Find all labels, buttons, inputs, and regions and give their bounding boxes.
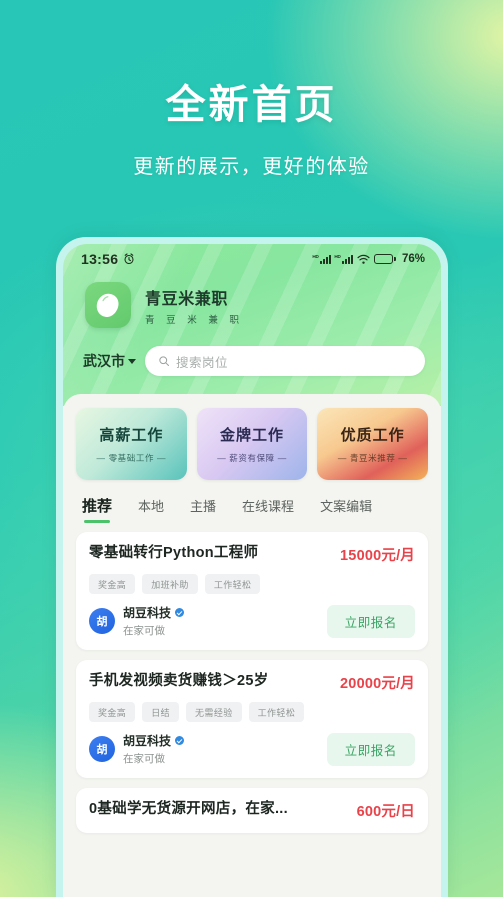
status-bar-left: 13:56 [81, 251, 135, 267]
signal-bars-icon-2: HD [334, 253, 354, 264]
status-bar-right: HD HD 76% [312, 253, 425, 265]
tab-anchor[interactable]: 主播 [190, 496, 216, 522]
company-name: 胡豆科技 [123, 734, 172, 748]
search-icon [159, 356, 169, 366]
job-salary: 15000元/月 [340, 548, 415, 564]
phone-mockup-frame: 13:56 HD HD 76% 青豆米兼职 青 豆 米 兼 职 武汉市 搜索岗位… [56, 237, 448, 897]
category-subtitle: — 薪资有保障 — [217, 453, 287, 463]
signal-bars-icon-1: HD [312, 253, 332, 264]
avatar: 胡 [89, 608, 115, 634]
category-title: 高薪工作 [99, 427, 164, 444]
tab-local[interactable]: 本地 [138, 496, 164, 522]
city-selector[interactable]: 武汉市 [83, 351, 136, 371]
search-placeholder: 搜索岗位 [176, 355, 229, 370]
job-title: 0基础学无货源开网店，在家... [89, 801, 288, 817]
job-footer: 胡 胡豆科技 在家可做 立即报名 [89, 604, 415, 638]
brand-text: 青豆米兼职 青 豆 米 兼 职 [145, 285, 244, 326]
category-subtitle: — 青豆米推荐 — [337, 453, 408, 463]
tab-copywriting[interactable]: 文案编辑 [320, 496, 372, 522]
caret-down-icon [128, 358, 136, 364]
job-tag: 日结 [142, 702, 180, 722]
company-info: 胡 胡豆科技 在家可做 [89, 732, 185, 766]
job-tag: 奖金高 [89, 574, 136, 594]
promo-subtitle: 更新的展示，更好的体验 [133, 156, 370, 179]
category-card-high-salary[interactable]: 高薪工作 — 零基础工作 — [76, 408, 187, 480]
job-header: 零基础转行Python工程师 15000元/月 [89, 544, 415, 565]
app-name-spaced: 青 豆 米 兼 职 [145, 314, 244, 326]
battery-percent-label: 76% [401, 253, 425, 265]
app-header: 13:56 HD HD 76% 青豆米兼职 青 豆 米 兼 职 武汉市 搜索岗位 [63, 244, 441, 406]
category-subtitle: — 零基础工作 — [96, 453, 167, 463]
city-label: 武汉市 [83, 353, 125, 369]
status-bar: 13:56 HD HD 76% [63, 244, 441, 270]
job-title: 手机发视频卖货赚钱＞25岁 [89, 673, 269, 689]
job-list: 零基础转行Python工程师 15000元/月 奖金高 加班补助 工作轻松 胡 [76, 532, 428, 833]
apply-button[interactable]: 立即报名 [326, 732, 415, 766]
category-title: 优质工作 [340, 427, 405, 444]
job-card[interactable]: 手机发视频卖货赚钱＞25岁 20000元/月 奖金高 日结 无需经验 工作轻松 … [76, 660, 428, 778]
job-tag: 加班补助 [142, 574, 198, 594]
search-input[interactable]: 搜索岗位 [145, 346, 425, 376]
job-card[interactable]: 0基础学无货源开网店，在家... 600元/日 [76, 788, 428, 833]
job-card[interactable]: 零基础转行Python工程师 15000元/月 奖金高 加班补助 工作轻松 胡 [76, 532, 428, 650]
alarm-icon [124, 253, 134, 265]
category-card-quality[interactable]: 优质工作 — 青豆米推荐 — [317, 408, 429, 480]
job-salary: 20000元/月 [340, 676, 415, 692]
company-note: 在家可做 [123, 625, 165, 637]
apply-button[interactable]: 立即报名 [326, 604, 415, 638]
job-tags: 奖金高 加班补助 工作轻松 [89, 574, 415, 594]
company-name-row: 胡豆科技 [123, 732, 185, 749]
hd-label-1: HD [312, 253, 319, 259]
job-header: 手机发视频卖货赚钱＞25岁 20000元/月 [89, 672, 415, 693]
search-row: 武汉市 搜索岗位 [63, 328, 441, 376]
app-name: 青豆米兼职 [145, 290, 229, 308]
promo-text-block: 全新首页 更新的展示，更好的体验 [0, 82, 503, 179]
category-title: 金牌工作 [220, 427, 285, 444]
company-name-row: 胡豆科技 [123, 604, 185, 621]
tab-recommend[interactable]: 推荐 [82, 495, 112, 523]
company-name: 胡豆科技 [123, 606, 172, 620]
job-tag: 工作轻松 [248, 702, 305, 722]
company-note: 在家可做 [123, 753, 165, 765]
wifi-icon [357, 254, 370, 264]
content-sheet: 高薪工作 — 零基础工作 — 金牌工作 — 薪资有保障 — 优质工作 — 青豆米… [63, 394, 441, 897]
company-info: 胡 胡豆科技 在家可做 [89, 604, 185, 638]
promo-title: 全新首页 [165, 83, 338, 127]
battery-icon [374, 254, 396, 264]
job-tag: 奖金高 [89, 702, 136, 722]
job-tags: 奖金高 日结 无需经验 工作轻松 [89, 702, 415, 722]
tab-online-course[interactable]: 在线课程 [242, 496, 294, 522]
bean-logo-icon [85, 282, 131, 328]
job-salary: 600元/日 [356, 804, 415, 820]
category-card-row: 高薪工作 — 零基础工作 — 金牌工作 — 薪资有保障 — 优质工作 — 青豆米… [76, 408, 429, 480]
hd-label-2: HD [334, 253, 341, 259]
job-header: 0基础学无货源开网店，在家... 600元/日 [89, 800, 415, 821]
status-clock: 13:56 [81, 251, 119, 267]
brand-row: 青豆米兼职 青 豆 米 兼 职 [63, 270, 441, 328]
job-footer: 胡 胡豆科技 在家可做 立即报名 [89, 732, 415, 766]
category-card-gold[interactable]: 金牌工作 — 薪资有保障 — [196, 408, 308, 480]
phone-screen: 13:56 HD HD 76% 青豆米兼职 青 豆 米 兼 职 武汉市 搜索岗位… [63, 244, 441, 897]
avatar: 胡 [89, 736, 115, 762]
job-tag: 无需经验 [186, 702, 242, 722]
job-title: 零基础转行Python工程师 [89, 545, 259, 561]
verified-badge-icon [175, 608, 185, 617]
verified-badge-icon [175, 736, 185, 745]
job-tag: 工作轻松 [204, 574, 261, 594]
tab-bar: 推荐 本地 主播 在线课程 文案编辑 [76, 480, 428, 523]
